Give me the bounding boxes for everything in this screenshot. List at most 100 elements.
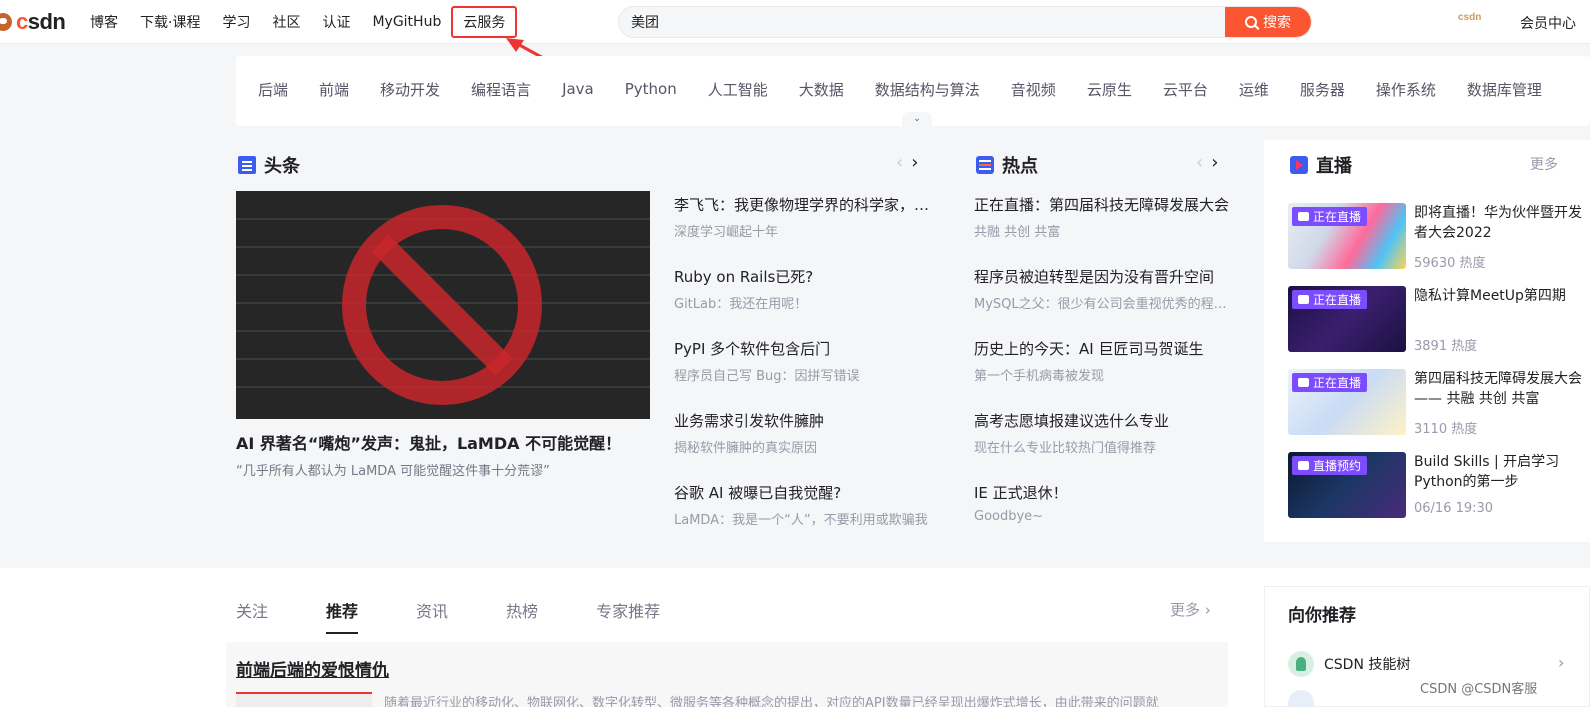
nav-item-certification[interactable]: 认证 [322, 12, 350, 32]
category-item[interactable]: 编程语言 [471, 79, 531, 100]
vip-logo-icon[interactable]: csdn [1458, 12, 1481, 23]
news-title[interactable]: 正在直播：第四届科技无障碍发展大会 [974, 194, 1230, 216]
feed-tab[interactable]: 推荐 [326, 598, 359, 634]
list-item[interactable]: 高考志愿填报建议选什么专业 现在什么专业比较热门值得推荐 [974, 410, 1230, 482]
nav-item-blog[interactable]: 博客 [90, 12, 118, 32]
news-title[interactable]: PyPI 多个软件包含后门 [674, 338, 930, 360]
hot-title-text: 热点 [1002, 156, 1038, 177]
category-item[interactable]: 数据库管理 [1467, 79, 1542, 100]
category-item[interactable]: 大数据 [799, 79, 844, 100]
hot-list-icon [976, 156, 994, 174]
nav-item-mygithub[interactable]: MyGitHub [372, 14, 441, 30]
headline-pager: ‹› [896, 152, 926, 173]
list-item[interactable]: IE 正式退休！ Goodbye~ [974, 482, 1230, 554]
search-button-label: 搜索 [1263, 15, 1291, 31]
news-subtitle: 揭秘软件臃肿的真实原因 [674, 441, 818, 456]
news-title[interactable]: 历史上的今天：AI 巨匠司马贺诞生 [974, 338, 1230, 360]
news-title[interactable]: 业务需求引发软件臃肿 [674, 410, 930, 432]
search-button[interactable]: 搜索 [1225, 7, 1311, 37]
category-item[interactable]: Java [562, 80, 594, 98]
category-item[interactable]: 人工智能 [708, 79, 768, 100]
next-arrow-icon[interactable]: › [911, 152, 926, 173]
category-item[interactable]: Python [625, 80, 677, 98]
category-bar: 后端 前端 移动开发 编程语言 Java Python 人工智能 大数据 数据结构与算法 音视频 云… [236, 56, 1590, 126]
live-title[interactable]: 隐私计算MeetUp第四期 [1414, 286, 1590, 306]
list-item[interactable]: 程序员被迫转型是因为没有晋升空间 MySQL之父：很少有公司会重视优秀的程序员 [974, 266, 1230, 338]
live-badge-text: 正在直播 [1313, 210, 1362, 224]
live-thumbnail[interactable]: 正在直播 [1288, 369, 1406, 435]
news-title[interactable]: 程序员被迫转型是因为没有晋升空间 [974, 266, 1230, 288]
feed-card-title[interactable]: 前端后端的爱恨情仇 [236, 656, 389, 681]
list-item[interactable]: PyPI 多个软件包含后门 程序员自己写 Bug：因拼写错误 [674, 338, 930, 410]
next-arrow-icon[interactable]: › [1211, 152, 1226, 173]
live-item[interactable]: 直播预约 Build Skills | 开启学习Python的第一步 06/16 1… [1288, 452, 1590, 520]
nav-item-download-course[interactable]: 下载·课程 [140, 12, 200, 32]
live-thumbnail[interactable]: 正在直播 [1288, 203, 1406, 269]
category-item[interactable]: 操作系统 [1376, 79, 1436, 100]
live-meta: 06/16 19:30 [1414, 501, 1494, 516]
live-item[interactable]: 正在直播 即将直播！华为伙伴暨开发者大会2022 59630 热度 [1288, 203, 1590, 271]
nav-item-learn[interactable]: 学习 [222, 12, 250, 32]
feed-tab[interactable]: 热榜 [506, 598, 538, 634]
hero-headline[interactable]: AI 界著名“嘴炮”发声：鬼扯，LaMDA 不可能觉醒！ [236, 430, 621, 454]
search-box: 搜索 [618, 6, 1312, 38]
news-title[interactable]: 高考志愿填报建议选什么专业 [974, 410, 1230, 432]
mascot-icon [0, 13, 12, 31]
prev-arrow-icon[interactable]: ‹ [1196, 152, 1211, 173]
live-thumbnail[interactable]: 直播预约 [1288, 452, 1406, 518]
category-item[interactable]: 数据结构与算法 [875, 79, 980, 100]
live-thumbnail[interactable]: 正在直播 [1288, 286, 1406, 352]
feed-tab[interactable]: 专家推荐 [596, 598, 660, 634]
category-item[interactable]: 前端 [319, 79, 349, 100]
live-status-badge: 正在直播 [1292, 290, 1368, 309]
news-title[interactable]: Ruby on Rails已死? [674, 266, 930, 288]
feed-tab[interactable]: 资讯 [416, 598, 448, 634]
list-item[interactable]: 历史上的今天：AI 巨匠司马贺诞生 第一个手机病毒被发现 [974, 338, 1230, 410]
feed-card[interactable]: 前端后端的爱恨情仇 随着最近行业的移动化、物联网化、数字化转型、微服务等各种概念… [226, 642, 1228, 707]
main-nav: 博客 下载·课程 学习 社区 认证 MyGitHub 云服务 [90, 0, 539, 44]
live-title[interactable]: 第四届科技无障碍发展大会 —— 共融 共创 共富 [1414, 369, 1590, 409]
expand-categories-chevron-icon[interactable]: ⌄ [902, 112, 932, 126]
category-item[interactable]: 云平台 [1163, 79, 1208, 100]
category-item[interactable]: 音视频 [1011, 79, 1056, 100]
category-item[interactable]: 后端 [258, 79, 288, 100]
search-input[interactable] [619, 7, 1225, 37]
nav-item-community[interactable]: 社区 [272, 12, 300, 32]
headline-hero-image[interactable] [236, 191, 650, 419]
category-item[interactable]: 移动开发 [380, 79, 440, 100]
news-title[interactable]: 李飞飞：我更像物理学界的科学家，而不是 [674, 194, 930, 216]
live-item[interactable]: 正在直播 隐私计算MeetUp第四期 3891 热度 [1288, 286, 1590, 354]
list-item[interactable]: 业务需求引发软件臃肿揭秘软件臃肿的真实原因 [674, 410, 930, 482]
live-title[interactable]: 即将直播！华为伙伴暨开发者大会2022 [1414, 203, 1590, 243]
news-title[interactable]: 谷歌 AI 被曝已自我觉醒? [674, 482, 930, 504]
list-item[interactable]: 李飞飞：我更像物理学界的科学家，而不是深度学习崛起十年 [674, 194, 930, 266]
hero-subtitle: “几乎所有人都认为 LaMDA 可能觉醒这件事十分荒谬” [236, 464, 550, 479]
live-item[interactable]: 正在直播 第四届科技无障碍发展大会 —— 共融 共创 共富 3110 热度 [1288, 369, 1590, 437]
news-title[interactable]: IE 正式退休！ [974, 482, 1230, 504]
live-title[interactable]: Build Skills | 开启学习Python的第一步 [1414, 452, 1590, 492]
chevron-right-icon[interactable]: › [1558, 653, 1564, 672]
prev-arrow-icon[interactable]: ‹ [896, 152, 911, 173]
feed-tab[interactable]: 关注 [236, 598, 268, 634]
list-item[interactable]: Ruby on Rails已死? GitLab：我还在用呢！ [674, 266, 930, 338]
feed-more-link[interactable]: 更多 › [1170, 599, 1211, 620]
category-item[interactable]: 云原生 [1087, 79, 1132, 100]
news-subtitle: Goodbye~ [974, 509, 1044, 524]
headline-title-text: 头条 [264, 156, 300, 177]
category-item[interactable]: 服务器 [1300, 79, 1345, 100]
logo-text: csdn [16, 9, 66, 34]
recommend-item[interactable]: CSDN 技能树 [1288, 651, 1410, 677]
live-more-link[interactable]: 更多 [1530, 154, 1558, 174]
category-item[interactable]: 运维 [1239, 79, 1269, 100]
live-meta: 3110 热度 [1414, 422, 1478, 437]
live-meta: 59630 热度 [1414, 256, 1486, 271]
list-item[interactable]: 正在直播：第四届科技无障碍发展大会 共融 共创 共富 [974, 194, 1230, 266]
live-status-badge: 正在直播 [1292, 373, 1368, 392]
csdn-logo[interactable]: csdn [0, 8, 66, 36]
feed-card-thumbnail[interactable] [236, 692, 372, 707]
watermark: CSDN @CSDN客服 [1420, 682, 1538, 697]
list-item[interactable]: 谷歌 AI 被曝已自我觉醒? LaMDA：我是一个“人”，不要利用或欺骗我 [674, 482, 930, 554]
vip-center-link[interactable]: 会员中心 [1520, 13, 1576, 33]
nav-item-cloud-service[interactable]: 云服务 [451, 6, 518, 38]
live-badge-text: 直播预约 [1313, 459, 1362, 473]
